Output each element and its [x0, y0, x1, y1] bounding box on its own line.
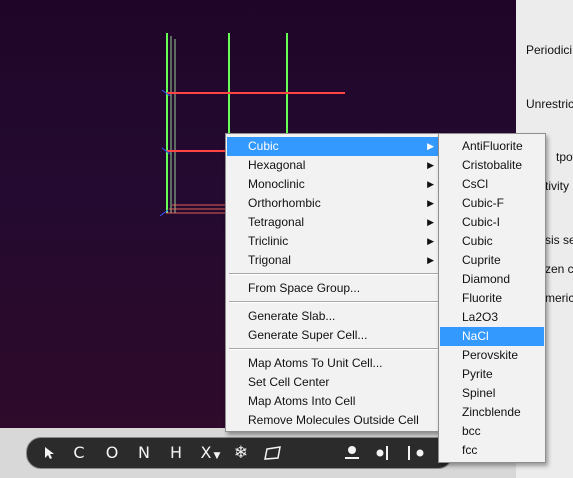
panel-label-periodicity: Periodici [526, 43, 573, 57]
submenu-item-diamond[interactable]: Diamond [440, 270, 544, 289]
atom-tool-icon[interactable] [343, 442, 361, 464]
select-arrow-icon[interactable] [41, 442, 57, 464]
menu-separator [229, 348, 438, 350]
submenu-arrow-icon: ▶ [427, 141, 434, 151]
menu-item-cubic[interactable]: Cubic ▶ [227, 137, 440, 156]
panel-label-basis-set: sis se [545, 233, 573, 247]
submenu-arrow-icon: ▶ [427, 179, 434, 189]
submenu-item-spinel[interactable]: Spinel [440, 384, 544, 403]
carbon-tool[interactable]: C [71, 442, 87, 464]
submenu-item-cuprite[interactable]: Cuprite [440, 251, 544, 270]
menu-item-map-atoms-into-cell[interactable]: Map Atoms Into Cell [227, 392, 440, 411]
snowflake-icon[interactable]: ❄ [231, 442, 251, 464]
submenu-arrow-icon: ▶ [427, 236, 434, 246]
menu-separator [229, 301, 438, 303]
submenu-arrow-icon: ▶ [427, 255, 434, 265]
panel-label-frozen-core: zen c [545, 262, 573, 276]
hydrogen-tool[interactable]: H [168, 442, 184, 464]
submenu-item-fcc[interactable]: fcc [440, 441, 544, 460]
panel-label-unrestricted: Unrestric [526, 97, 573, 111]
submenu-item-cubic-i[interactable]: Cubic-I [440, 213, 544, 232]
submenu-item-fluorite[interactable]: Fluorite [440, 289, 544, 308]
submenu-item-nacl[interactable]: NaCl [440, 327, 544, 346]
menu-item-generate-slab[interactable]: Generate Slab... [227, 307, 440, 326]
submenu-item-pyrite[interactable]: Pyrite [440, 365, 544, 384]
bond-tool-icon[interactable] [373, 442, 391, 464]
measure-tool-icon[interactable] [405, 442, 427, 464]
submenu-item-cubic[interactable]: Cubic [440, 232, 544, 251]
menu-item-hexagonal[interactable]: Hexagonal ▶ [227, 156, 440, 175]
menu-separator [229, 273, 438, 275]
menu-item-triclinic[interactable]: Triclinic ▶ [227, 232, 440, 251]
menu-item-from-space-group[interactable]: From Space Group... [227, 279, 440, 298]
submenu-item-bcc[interactable]: bcc [440, 422, 544, 441]
menu-item-generate-super-cell[interactable]: Generate Super Cell... [227, 326, 440, 345]
submenu-item-zincblende[interactable]: Zincblende [440, 403, 544, 422]
menu-item-tetragonal[interactable]: Tetragonal ▶ [227, 213, 440, 232]
cubic-structures-submenu: AntiFluorite Cristobalite CsCl Cubic-F C… [438, 133, 546, 463]
element-picker-icon[interactable]: ▼ [212, 445, 222, 467]
nitrogen-tool[interactable]: N [136, 442, 152, 464]
menu-item-trigonal[interactable]: Trigonal ▶ [227, 251, 440, 270]
menu-item-orthorhombic[interactable]: Orthorhombic ▶ [227, 194, 440, 213]
submenu-item-antifluorite[interactable]: AntiFluorite [440, 137, 544, 156]
submenu-item-perovskite[interactable]: Perovskite [440, 346, 544, 365]
submenu-item-cscl[interactable]: CsCl [440, 175, 544, 194]
panel-label-potential: tpoter [556, 150, 573, 164]
submenu-arrow-icon: ▶ [427, 198, 434, 208]
menu-item-set-cell-center[interactable]: Set Cell Center [227, 373, 440, 392]
builder-context-menu: Cubic ▶ Hexagonal ▶ Monoclinic ▶ Orthorhomb… [225, 133, 442, 432]
submenu-item-la2o3[interactable]: La2O3 [440, 308, 544, 327]
oxygen-tool[interactable]: O [104, 442, 120, 464]
submenu-arrow-icon: ▶ [427, 217, 434, 227]
panel-label-numeric: meric [545, 291, 573, 305]
submenu-item-cristobalite[interactable]: Cristobalite [440, 156, 544, 175]
menu-item-map-atoms-to-unit-cell[interactable]: Map Atoms To Unit Cell... [227, 354, 440, 373]
submenu-item-cubic-f[interactable]: Cubic-F [440, 194, 544, 213]
build-toolbar: C O N H X ▼ ❄ [26, 437, 453, 469]
submenu-arrow-icon: ▶ [427, 160, 434, 170]
menu-item-remove-molecules-outside-cell[interactable]: Remove Molecules Outside Cell [227, 411, 440, 430]
plane-icon[interactable] [263, 442, 283, 464]
panel-label-multiplicity: tivity [545, 179, 569, 193]
menu-item-monoclinic[interactable]: Monoclinic ▶ [227, 175, 440, 194]
